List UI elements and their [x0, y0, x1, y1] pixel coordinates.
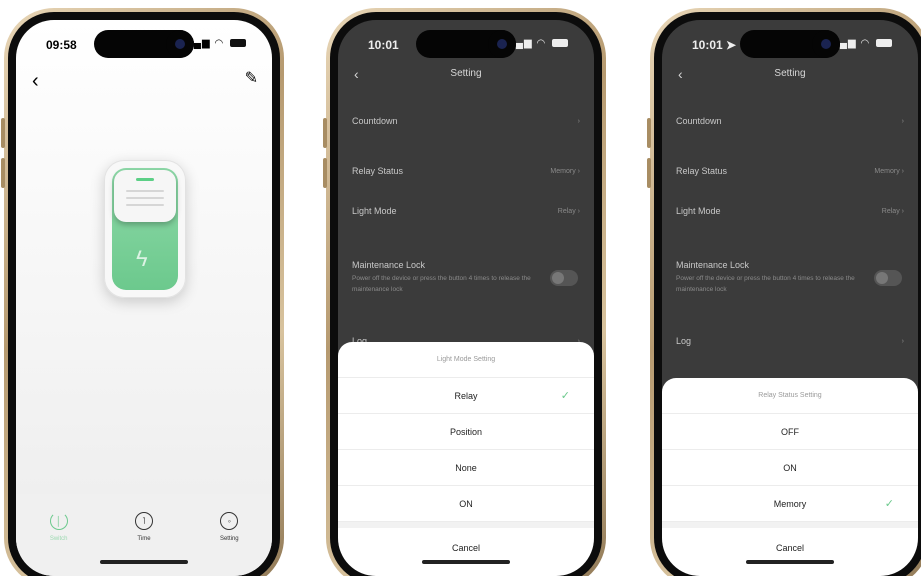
phone-frame-light-mode: 10:01 ▂▄▆ ◠ ‹ Setting Countdown › Relay …: [323, 8, 606, 576]
side-button: [1, 158, 5, 188]
camera-icon: [166, 30, 194, 58]
phone-frame-switch: 09:58 ▂▄▆ ◠ ‹ ✎ ϟ │ Switch ˥ Time ◦ Sett…: [1, 8, 284, 576]
phone-frame-relay-status: 10:01 ➤ ▂▄▆ ◠ ‹ Setting Countdown › Rela…: [647, 8, 921, 576]
tab-time[interactable]: ˥ Time: [114, 512, 174, 576]
clock-icon: ˥: [134, 512, 153, 530]
chevron-right-icon: ›: [577, 117, 580, 125]
chevron-right-icon: ›: [577, 207, 580, 215]
screen-switch: 09:58 ▂▄▆ ◠ ‹ ✎ ϟ │ Switch ˥ Time ◦ Sett…: [16, 20, 272, 576]
status-icons: ▂▄▆ ◠: [507, 38, 568, 49]
back-button[interactable]: ‹: [32, 70, 39, 93]
status-time: 10:01 ➤: [692, 38, 737, 52]
chevron-right-icon: ›: [901, 207, 904, 215]
option-position[interactable]: Position: [338, 414, 594, 450]
status-time: 10:01: [368, 38, 399, 52]
indicator-led: [136, 178, 154, 181]
wifi-icon: ◠: [536, 38, 547, 49]
maintenance-lock-toggle[interactable]: [550, 270, 578, 286]
row-maintenance-lock: Maintenance Lock: [352, 260, 426, 270]
switch-track: ϟ: [112, 168, 178, 290]
camera-icon: [488, 30, 516, 58]
check-icon: ✓: [560, 390, 570, 402]
screen-setting: 10:01 ▂▄▆ ◠ ‹ Setting Countdown › Relay …: [338, 20, 594, 576]
battery-icon: [230, 39, 246, 48]
maintenance-desc: Power off the device or press the button…: [352, 275, 531, 293]
row-value: Relay: [557, 207, 576, 215]
gear-icon: ◦: [220, 512, 239, 530]
row-value: Relay: [881, 207, 900, 215]
chevron-right-icon: ›: [901, 117, 904, 125]
tab-label: Switch: [49, 536, 68, 542]
tab-setting[interactable]: ◦ Setting: [199, 512, 259, 576]
row-value: Memory: [874, 167, 900, 175]
tab-label: Time: [137, 536, 151, 542]
row-light-mode[interactable]: Light Mode Relay ›: [352, 206, 580, 216]
home-indicator: [746, 560, 834, 564]
option-none[interactable]: None: [338, 450, 594, 486]
status-icons: ▂▄▆ ◠: [831, 38, 892, 49]
maintenance-desc: Power off the device or press the button…: [676, 275, 855, 293]
page-title: Setting: [774, 68, 806, 79]
page-title: Setting: [450, 68, 482, 79]
edit-icon[interactable]: ✎: [245, 68, 258, 88]
tab-switch[interactable]: │ Switch: [29, 512, 89, 576]
battery-icon: [552, 39, 568, 48]
wifi-icon: ◠: [860, 38, 871, 49]
power-icon: │: [49, 512, 68, 530]
row-light-mode[interactable]: Light Mode Relay ›: [676, 206, 904, 216]
row-maintenance-lock: Maintenance Lock: [676, 260, 750, 270]
option-memory[interactable]: Memory ✓: [662, 486, 918, 522]
option-relay[interactable]: Relay ✓: [338, 378, 594, 414]
sheet-title: Light Mode Setting: [338, 342, 594, 378]
relay-status-sheet: Relay Status Setting OFF ON Memory ✓ Can…: [662, 378, 918, 576]
maintenance-lock-toggle[interactable]: [874, 270, 902, 286]
home-indicator: [422, 560, 510, 564]
chevron-right-icon: ›: [901, 337, 904, 345]
row-relay-status[interactable]: Relay Status Memory ›: [676, 166, 904, 176]
tab-label: Setting: [219, 536, 239, 542]
battery-icon: [876, 39, 892, 48]
light-mode-sheet: Light Mode Setting Relay ✓ Position None…: [338, 342, 594, 576]
power-switch[interactable]: ϟ: [104, 160, 186, 298]
option-on[interactable]: ON: [338, 486, 594, 522]
status-time: 09:58: [46, 38, 77, 52]
switch-knob[interactable]: [114, 170, 176, 222]
row-log[interactable]: Log ›: [676, 336, 904, 346]
camera-icon: [812, 30, 840, 58]
chevron-right-icon: ›: [901, 167, 904, 175]
home-indicator: [100, 560, 188, 564]
location-arrow-icon: ➤: [726, 38, 737, 52]
check-icon: ✓: [884, 498, 894, 510]
row-countdown[interactable]: Countdown ›: [676, 116, 904, 126]
row-value: Memory: [550, 167, 576, 175]
sheet-title: Relay Status Setting: [662, 378, 918, 414]
lightning-icon: ϟ: [136, 246, 148, 271]
row-countdown[interactable]: Countdown ›: [352, 116, 580, 126]
option-off[interactable]: OFF: [662, 414, 918, 450]
status-icons: ▂▄▆ ◠: [185, 38, 246, 49]
option-on[interactable]: ON: [662, 450, 918, 486]
screen-setting: 10:01 ➤ ▂▄▆ ◠ ‹ Setting Countdown › Rela…: [662, 20, 918, 576]
wifi-icon: ◠: [214, 38, 225, 49]
chevron-right-icon: ›: [577, 167, 580, 175]
side-button: [1, 118, 5, 148]
row-relay-status[interactable]: Relay Status Memory ›: [352, 166, 580, 176]
